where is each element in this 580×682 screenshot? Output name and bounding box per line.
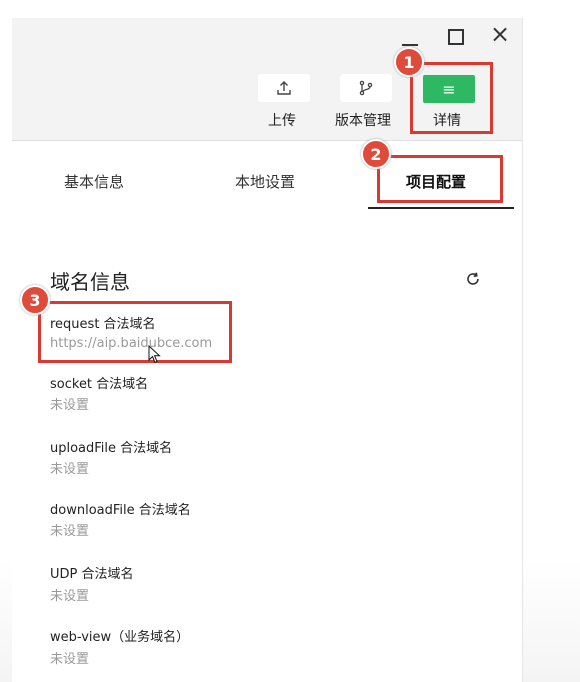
minimize-button[interactable] (402, 26, 420, 46)
downloadfile-domain-value: 未设置 (50, 524, 90, 539)
upload-label: 上传 (268, 113, 296, 129)
tab-basic-info[interactable]: 基本信息 (64, 171, 124, 192)
version-management-label: 版本管理 (335, 113, 391, 129)
udp-domain-label: UDP 合法域名 (50, 567, 134, 582)
branch-icon (340, 74, 392, 102)
downloadfile-domain-label: downloadFile 合法域名 (50, 503, 191, 518)
annotation-badge-2: 2 (361, 139, 391, 169)
tab-local-settings[interactable]: 本地设置 (235, 171, 295, 192)
socket-domain-value: 未设置 (50, 398, 90, 413)
annotation-highlight-request-domain (38, 301, 232, 363)
webview-domain-value: 未设置 (50, 652, 90, 667)
annotation-badge-3: 3 (20, 285, 50, 315)
refresh-icon[interactable] (463, 270, 483, 290)
mouse-cursor-icon (148, 344, 162, 365)
annotation-highlight-project-config (377, 155, 503, 203)
maximize-button[interactable] (448, 29, 464, 45)
section-title: 域名信息 (50, 270, 130, 294)
uploadfile-domain-value: 未设置 (50, 462, 90, 477)
upload-icon (258, 74, 310, 102)
socket-domain-label: socket 合法域名 (50, 377, 149, 392)
close-button[interactable]: × (490, 22, 510, 46)
active-tab-indicator (368, 207, 514, 209)
annotation-badge-1: 1 (394, 47, 424, 77)
webview-domain-label: web-view（业务域名） (50, 630, 190, 645)
annotation-highlight-details (410, 62, 493, 134)
uploadfile-domain-label: uploadFile 合法域名 (50, 441, 173, 456)
udp-domain-value: 未设置 (50, 589, 90, 604)
